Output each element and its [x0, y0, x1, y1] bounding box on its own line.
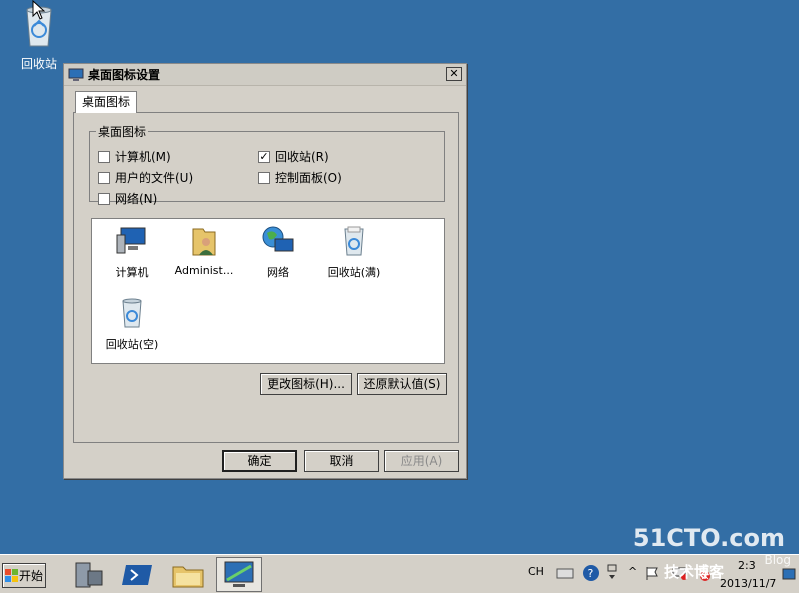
clock-date[interactable]: 2013/11/7 [720, 577, 776, 590]
tab-panel: 桌面图标 计算机(M) ✓ 回收站(R) 用户的文件(U) 控制面板(O) 网络… [73, 112, 459, 443]
network-icon [262, 226, 294, 252]
watermark-brand: 51CTO.com [632, 524, 785, 552]
ok-button[interactable]: 确定 [222, 450, 297, 472]
titlebar: 桌面图标设置 [64, 64, 466, 86]
checkbox-label: 回收站(R) [275, 150, 329, 164]
checkbox-user-files[interactable]: 用户的文件(U) [98, 169, 193, 186]
checkbox-network[interactable]: 网络(N) [98, 190, 157, 207]
checkbox-box[interactable] [258, 171, 270, 184]
start-button[interactable]: 开始 [2, 563, 46, 588]
preview-item-network[interactable]: 网络 [238, 225, 318, 280]
mouse-cursor-icon [32, 0, 46, 20]
taskbar-explorer[interactable] [170, 559, 206, 591]
checkbox-box[interactable] [98, 192, 110, 205]
clock-time[interactable]: 2:3 [738, 559, 756, 572]
preview-label: 回收站(满) [327, 266, 381, 279]
checkbox-box-checked[interactable]: ✓ [258, 150, 270, 163]
display-settings-icon [224, 561, 254, 587]
preview-label: 回收站(空) [105, 338, 159, 351]
powershell-icon [122, 565, 152, 585]
user-folder-icon [192, 228, 216, 256]
svg-text:?: ? [588, 567, 594, 580]
keyboard-icon[interactable] [556, 565, 574, 581]
preview-item-computer[interactable]: 计算机 [92, 225, 172, 280]
checkbox-label: 计算机(M) [115, 150, 171, 164]
computer-icon [116, 227, 146, 254]
preview-label: 计算机 [115, 266, 149, 279]
checkbox-label: 控制面板(O) [275, 171, 342, 185]
preview-label: Administ... [174, 264, 234, 277]
folder-icon [172, 566, 204, 588]
desktop-icon-settings-dialog: 桌面图标设置 ✕ 桌面图标 桌面图标 计算机(M) ✓ 回收站(R) 用户的文件… [63, 63, 467, 479]
language-indicator[interactable]: CH [528, 565, 544, 578]
dialog-title: 桌面图标设置 [88, 68, 161, 82]
checkbox-computer[interactable]: 计算机(M) [98, 148, 171, 165]
start-label: 开始 [19, 569, 44, 583]
taskbar: 开始 CH ? ^ 2:3 Blog 技术博客 2013/11/7 [0, 553, 799, 593]
checkbox-recycle-bin[interactable]: ✓ 回收站(R) [258, 148, 329, 165]
checkbox-control-panel[interactable]: 控制面板(O) [258, 169, 342, 186]
recycle-bin-full-icon [344, 226, 364, 256]
taskbar-display-settings[interactable] [216, 557, 262, 592]
watermark-text: 技术博客 [664, 563, 725, 581]
watermark-suffix: Blog [764, 553, 791, 567]
recycle-bin-empty-icon [122, 298, 142, 328]
preview-item-recycle-full[interactable]: 回收站(满) [314, 225, 394, 280]
action-center-flag-icon[interactable] [644, 565, 660, 581]
show-desktop-icon[interactable] [782, 567, 796, 581]
display-icon [68, 68, 84, 81]
checkbox-label: 网络(N) [115, 192, 158, 206]
server-manager-icon [75, 562, 103, 588]
desktop-icons-group: 桌面图标 计算机(M) ✓ 回收站(R) 用户的文件(U) 控制面板(O) 网络… [89, 123, 445, 206]
checkbox-label: 用户的文件(U) [115, 171, 194, 185]
restore-default-button[interactable]: 还原默认值(S) [357, 373, 447, 395]
taskbar-powershell[interactable] [120, 559, 156, 591]
help-icon[interactable]: ? [582, 564, 600, 582]
cancel-button[interactable]: 取消 [304, 450, 379, 472]
apply-button[interactable]: 应用(A) [384, 450, 459, 472]
options-icon[interactable] [606, 563, 618, 583]
taskbar-server-manager[interactable] [70, 559, 106, 591]
preview-item-recycle-empty[interactable]: 回收站(空) [92, 297, 172, 352]
close-button[interactable]: ✕ [446, 67, 462, 81]
preview-item-user-files[interactable]: Administ... [164, 225, 244, 277]
icon-preview-list: 计算机 Administ... 网络 回收站(满) 回收站(空) [91, 218, 445, 364]
checkbox-box[interactable] [98, 171, 110, 184]
preview-label: 网络 [267, 266, 289, 279]
recycle-bin-label: 回收站 [20, 57, 57, 71]
group-title: 桌面图标 [98, 125, 147, 139]
show-hidden-icons-icon[interactable]: ^ [628, 565, 637, 578]
tab-desktop-icons[interactable]: 桌面图标 [75, 91, 138, 113]
checkbox-box[interactable] [98, 150, 110, 163]
windows-logo-icon [5, 568, 18, 582]
change-icon-button[interactable]: 更改图标(H)... [260, 373, 352, 395]
